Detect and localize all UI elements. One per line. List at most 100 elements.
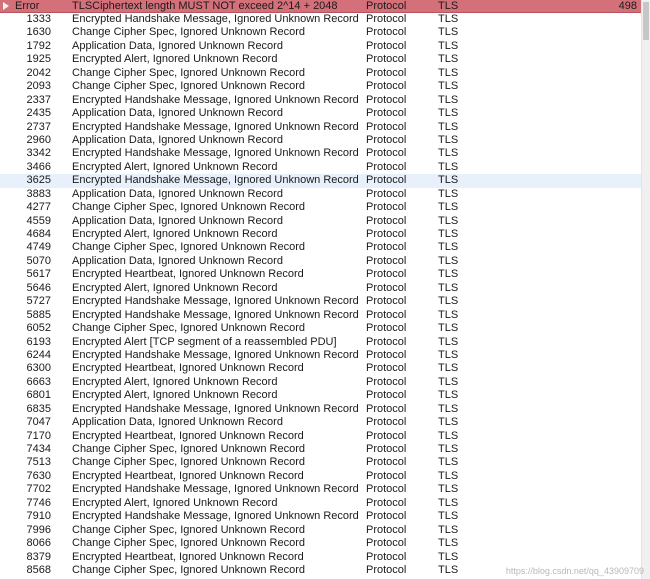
frame-number: 7996 bbox=[26, 523, 51, 536]
packet-protocol: TLS bbox=[438, 550, 459, 563]
list-item[interactable]: 6052 Change Cipher Spec, Ignored Unknown … bbox=[0, 322, 641, 335]
list-item[interactable]: 6300 Encrypted Heartbeat, Ignored Unknown… bbox=[0, 362, 641, 375]
frame-number: 3883 bbox=[26, 187, 51, 200]
list-item[interactable]: 5070 Application Data, Ignored Unknown Re… bbox=[0, 255, 641, 268]
list-item[interactable]: 2435 Application Data, Ignored Unknown Re… bbox=[0, 107, 641, 120]
packet-summary: Application Data, Ignored Unknown Record bbox=[72, 187, 283, 200]
packet-group: Protocol bbox=[366, 66, 407, 79]
list-item[interactable]: 2337 Encrypted Handshake Message, Ignored… bbox=[0, 94, 641, 107]
packet-protocol: TLS bbox=[438, 483, 459, 496]
frame-number: 7702 bbox=[26, 483, 51, 496]
packet-protocol: TLS bbox=[438, 201, 459, 214]
list-item[interactable]: 8066 Change Cipher Spec, Ignored Unknown … bbox=[0, 537, 641, 550]
list-item[interactable]: 2093 Change Cipher Spec, Ignored Unknown … bbox=[0, 80, 641, 93]
list-item[interactable]: 1925 Encrypted Alert, Ignored Unknown Rec… bbox=[0, 53, 641, 66]
packet-group: Protocol bbox=[366, 228, 407, 240]
list-item[interactable]: 7746 Encrypted Alert, Ignored Unknown Rec… bbox=[0, 497, 641, 510]
list-item[interactable]: 3466 Encrypted Alert, Ignored Unknown Rec… bbox=[0, 161, 641, 174]
packet-group: Protocol bbox=[366, 254, 407, 267]
list-item[interactable]: 1792 Application Data, Ignored Unknown Re… bbox=[0, 40, 641, 53]
frame-number: 3466 bbox=[26, 160, 51, 173]
scrollbar-thumb[interactable] bbox=[643, 2, 649, 40]
packet-group: Protocol bbox=[366, 133, 407, 146]
frame-number: 6663 bbox=[26, 375, 51, 388]
list-item[interactable]: 4749 Change Cipher Spec, Ignored Unknown … bbox=[0, 241, 641, 254]
watermark: https://blog.csdn.net/qq_43909709 bbox=[505, 566, 644, 576]
list-item[interactable]: 4277 Change Cipher Spec, Ignored Unknown … bbox=[0, 201, 641, 214]
packet-protocol: TLS bbox=[438, 496, 459, 509]
list-item[interactable]: 7047 Application Data, Ignored Unknown Re… bbox=[0, 416, 641, 429]
packet-summary: Change Cipher Spec, Ignored Unknown Reco… bbox=[72, 523, 305, 536]
frame-number: 2737 bbox=[26, 120, 51, 133]
frame-number: 1333 bbox=[26, 13, 51, 25]
list-item[interactable]: 2960 Application Data, Ignored Unknown Re… bbox=[0, 134, 641, 147]
list-item[interactable]: 6835 Encrypted Handshake Message, Ignored… bbox=[0, 403, 641, 416]
list-item[interactable]: 7513 Change Cipher Spec, Ignored Unknown … bbox=[0, 456, 641, 469]
expert-info-list[interactable]: 1333 Encrypted Handshake Message, Ignored… bbox=[0, 13, 641, 579]
packet-group: Protocol bbox=[366, 281, 407, 294]
list-item[interactable]: 7630 Encrypted Heartbeat, Ignored Unknown… bbox=[0, 470, 641, 483]
packet-group: Protocol bbox=[366, 147, 407, 160]
list-item[interactable]: 3625 Encrypted Handshake Message, Ignored… bbox=[0, 174, 641, 188]
list-item[interactable]: 3342 Encrypted Handshake Message, Ignored… bbox=[0, 147, 641, 160]
list-item[interactable]: 5885 Encrypted Handshake Message, Ignored… bbox=[0, 309, 641, 322]
list-item[interactable]: 2737 Encrypted Handshake Message, Ignored… bbox=[0, 121, 641, 134]
list-item[interactable]: 5727 Encrypted Handshake Message, Ignored… bbox=[0, 295, 641, 308]
packet-summary: Change Cipher Spec, Ignored Unknown Reco… bbox=[72, 80, 305, 93]
list-item[interactable]: 6193 Encrypted Alert [TCP segment of a re… bbox=[0, 336, 641, 349]
packet-group: Protocol bbox=[366, 80, 407, 93]
list-item[interactable]: 7702 Encrypted Handshake Message, Ignored… bbox=[0, 483, 641, 496]
frame-number: 8568 bbox=[26, 563, 51, 576]
frame-number: 1925 bbox=[26, 53, 51, 66]
list-item[interactable]: 7996 Change Cipher Spec, Ignored Unknown … bbox=[0, 524, 641, 537]
list-item[interactable]: 4559 Application Data, Ignored Unknown Re… bbox=[0, 215, 641, 228]
packet-group: Protocol bbox=[366, 53, 407, 66]
packet-summary: Encrypted Alert, Ignored Unknown Record bbox=[72, 160, 278, 173]
packet-group: Protocol bbox=[366, 510, 407, 523]
packet-group: Protocol bbox=[366, 429, 407, 442]
packet-summary: Application Data, Ignored Unknown Record bbox=[72, 133, 283, 146]
list-item[interactable]: 6801 Encrypted Alert, Ignored Unknown Rec… bbox=[0, 389, 641, 402]
packet-group: Protocol bbox=[366, 39, 407, 52]
list-item[interactable]: 5646 Encrypted Alert, Ignored Unknown Rec… bbox=[0, 282, 641, 295]
packet-protocol: TLS bbox=[438, 187, 459, 200]
packet-protocol: TLS bbox=[438, 510, 459, 523]
packet-group: Protocol bbox=[366, 483, 407, 496]
list-item[interactable]: 1333 Encrypted Handshake Message, Ignored… bbox=[0, 13, 641, 26]
packet-summary: Encrypted Handshake Message, Ignored Unk… bbox=[72, 348, 359, 361]
packet-summary: Encrypted Alert, Ignored Unknown Record bbox=[72, 375, 278, 388]
list-item[interactable]: 3883 Application Data, Ignored Unknown Re… bbox=[0, 188, 641, 201]
packet-summary: Encrypted Handshake Message, Ignored Unk… bbox=[72, 174, 359, 187]
packet-summary: Encrypted Heartbeat, Ignored Unknown Rec… bbox=[72, 469, 304, 482]
packet-group: Protocol bbox=[366, 93, 407, 106]
packet-group: Protocol bbox=[366, 375, 407, 388]
frame-number: 4749 bbox=[26, 241, 51, 254]
error-group-row[interactable]: Error TLSCiphertext length MUST NOT exce… bbox=[0, 0, 641, 13]
list-item[interactable]: 7434 Change Cipher Spec, Ignored Unknown … bbox=[0, 443, 641, 456]
expand-arrow-icon[interactable] bbox=[3, 2, 9, 10]
packet-protocol: TLS bbox=[438, 80, 459, 93]
list-item[interactable]: 1630 Change Cipher Spec, Ignored Unknown … bbox=[0, 26, 641, 39]
packet-group: Protocol bbox=[366, 26, 407, 39]
list-item[interactable]: 4684 Encrypted Alert, Ignored Unknown Rec… bbox=[0, 228, 641, 241]
list-item[interactable]: 2042 Change Cipher Spec, Ignored Unknown … bbox=[0, 67, 641, 80]
list-item[interactable]: 6663 Encrypted Alert, Ignored Unknown Rec… bbox=[0, 376, 641, 389]
list-item[interactable]: 5617 Encrypted Heartbeat, Ignored Unknown… bbox=[0, 268, 641, 281]
packet-summary: Encrypted Heartbeat, Ignored Unknown Rec… bbox=[72, 550, 304, 563]
packet-protocol: TLS bbox=[438, 26, 459, 39]
list-item[interactable]: 7910 Encrypted Handshake Message, Ignored… bbox=[0, 510, 641, 523]
expert-info-window: Error TLSCiphertext length MUST NOT exce… bbox=[0, 0, 650, 579]
list-item[interactable]: 8379 Encrypted Heartbeat, Ignored Unknown… bbox=[0, 551, 641, 564]
packet-summary: Encrypted Alert, Ignored Unknown Record bbox=[72, 281, 278, 294]
packet-summary: Change Cipher Spec, Ignored Unknown Reco… bbox=[72, 563, 305, 576]
packet-summary: Encrypted Handshake Message, Ignored Unk… bbox=[72, 147, 359, 160]
packet-protocol: TLS bbox=[438, 348, 459, 361]
packet-protocol: TLS bbox=[438, 443, 459, 455]
packet-protocol: TLS bbox=[438, 133, 459, 146]
list-item[interactable]: 6244 Encrypted Handshake Message, Ignored… bbox=[0, 349, 641, 362]
list-item[interactable]: 7170 Encrypted Heartbeat, Ignored Unknown… bbox=[0, 430, 641, 443]
packet-group: Protocol bbox=[366, 335, 407, 348]
frame-number: 2435 bbox=[26, 107, 51, 120]
vertical-scrollbar[interactable] bbox=[641, 0, 650, 579]
packet-summary: Encrypted Handshake Message, Ignored Unk… bbox=[72, 13, 359, 25]
